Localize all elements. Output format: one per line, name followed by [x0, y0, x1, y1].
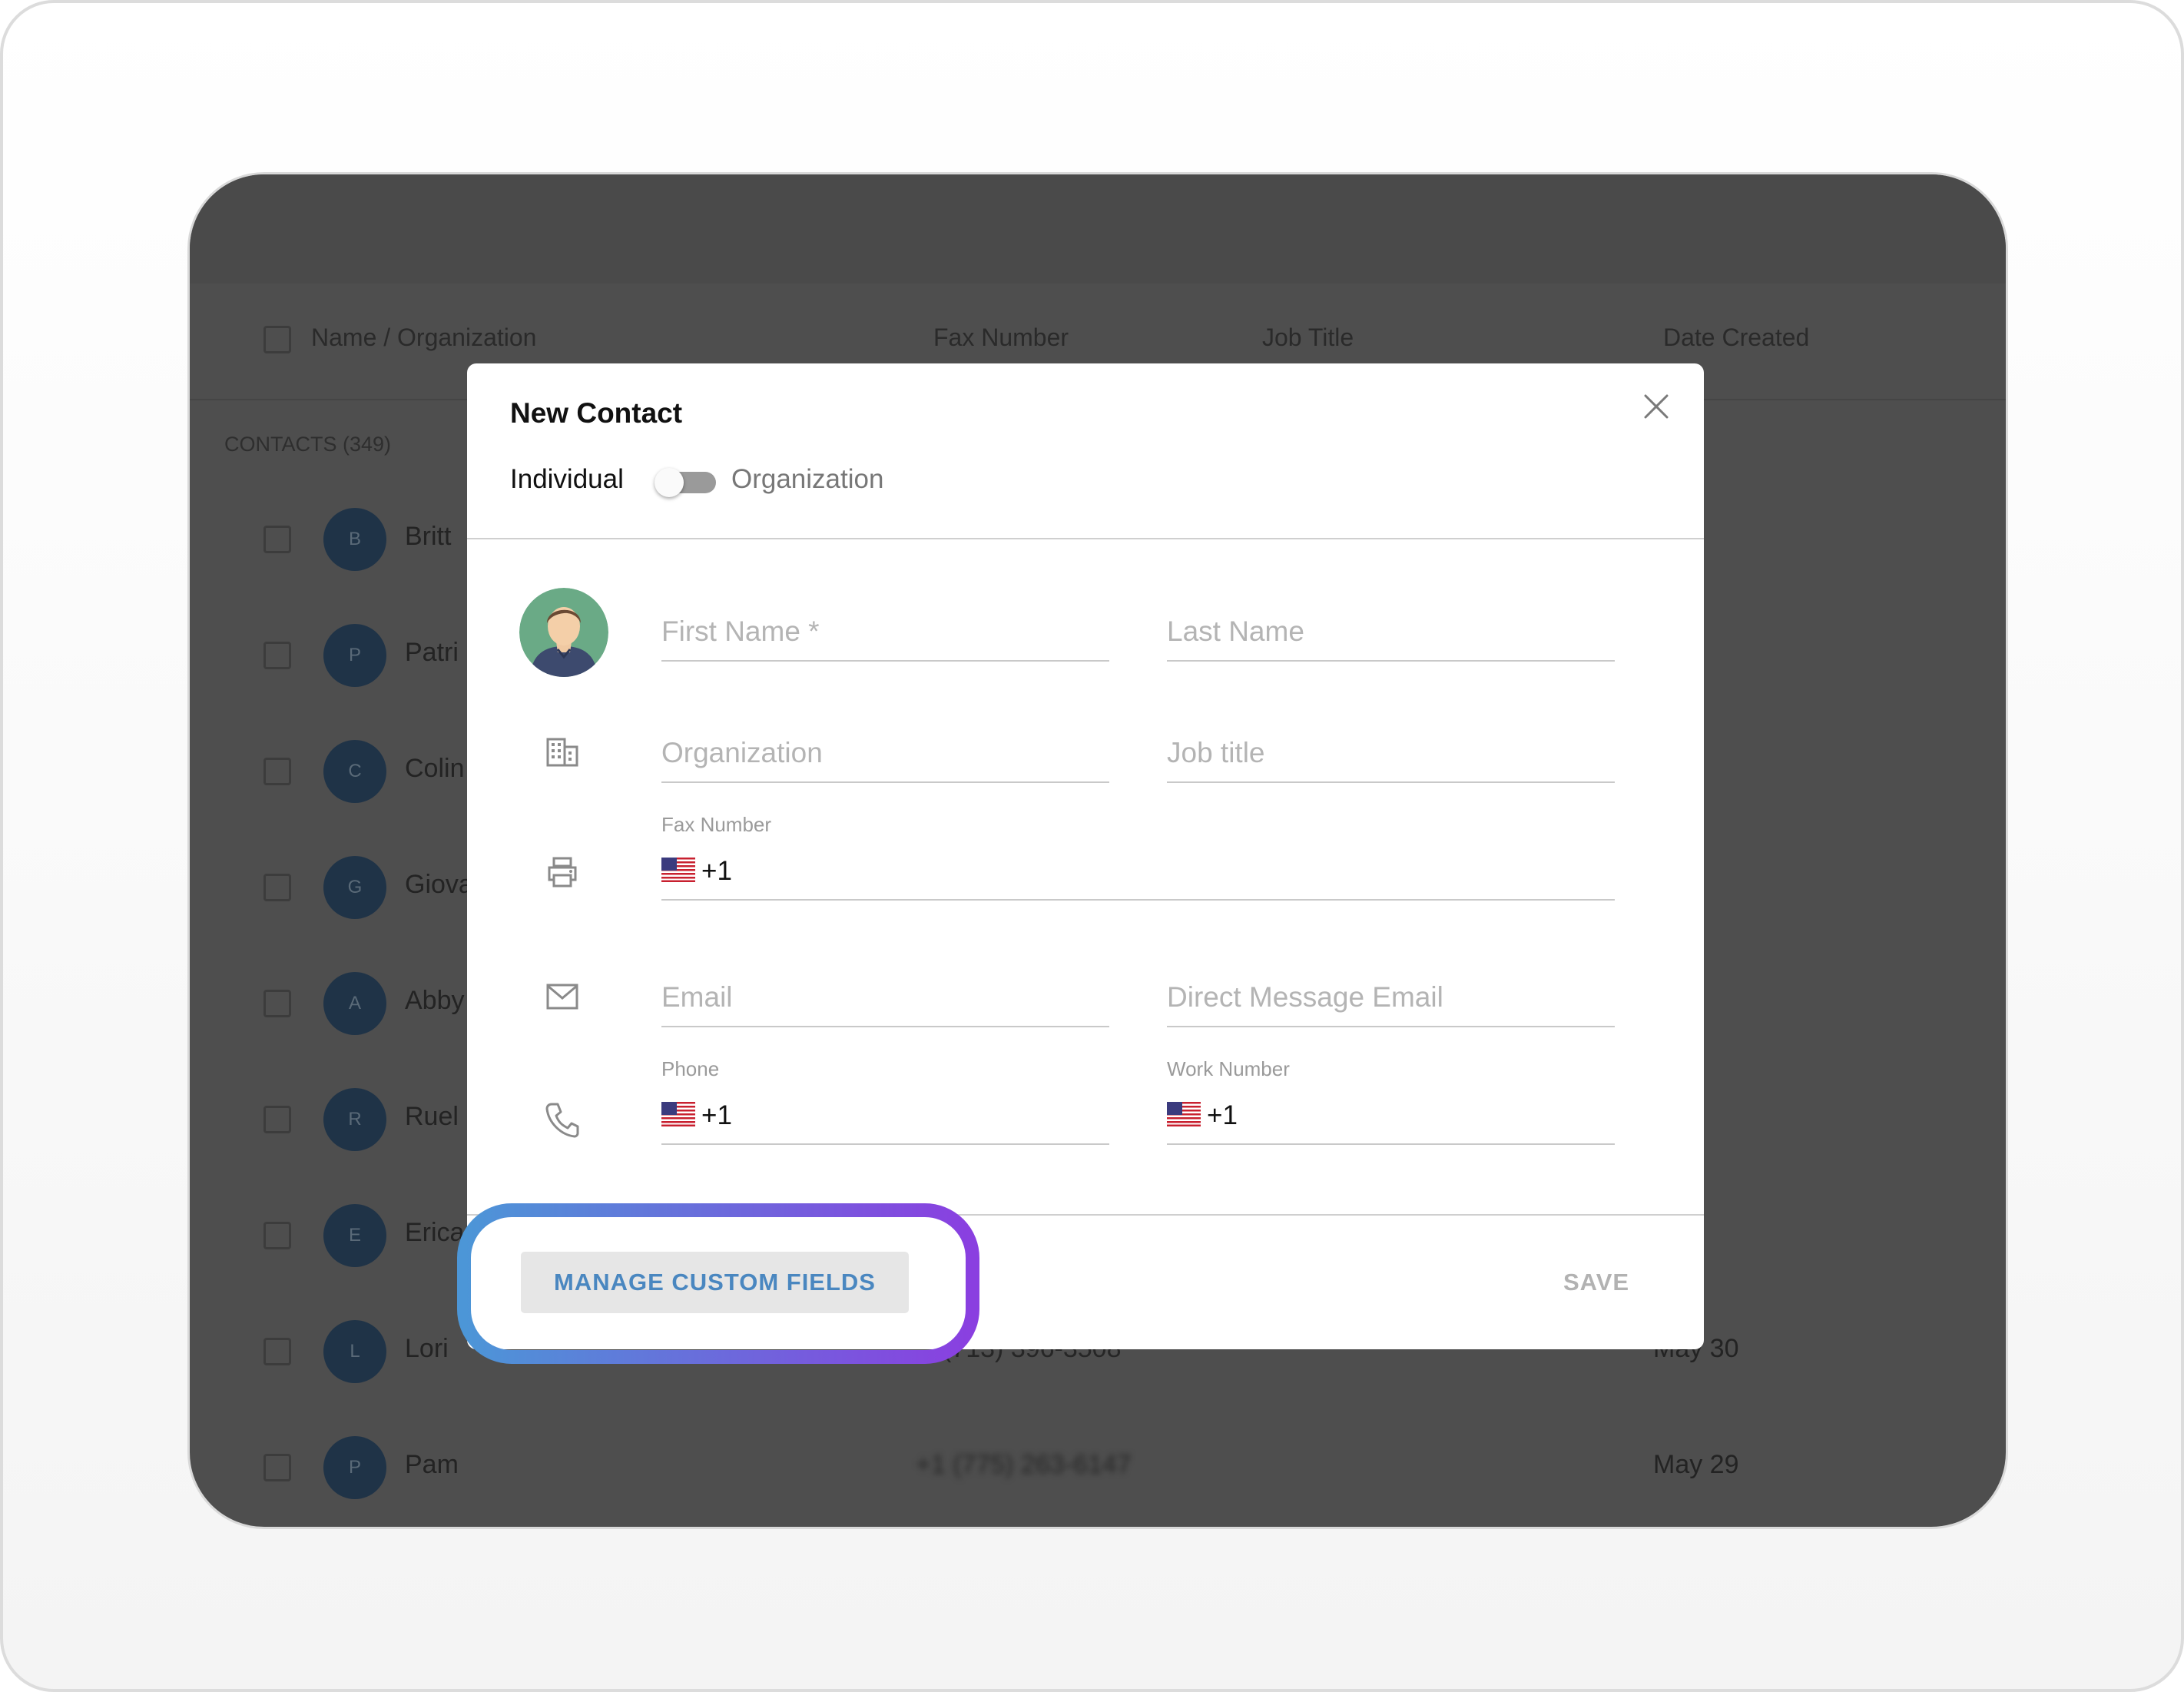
header-date-created[interactable]: Date Created	[1663, 323, 1809, 352]
building-icon	[546, 738, 578, 767]
contact-name: Giova	[405, 870, 473, 899]
date-created: May 29	[1653, 1450, 1739, 1479]
row-checkbox[interactable]	[263, 642, 291, 669]
direct-message-email-placeholder: Direct Message Email	[1167, 981, 1443, 1013]
email-placeholder: Email	[661, 981, 733, 1013]
contact-name: Lori	[405, 1334, 449, 1363]
header-fax[interactable]: Fax Number	[933, 323, 1069, 352]
job-title-input[interactable]: Job title	[1167, 717, 1615, 783]
first-name-input[interactable]: First Name *	[661, 596, 1109, 662]
phone-country-code: +1	[701, 1100, 732, 1130]
work-number-label: Work Number	[1167, 1057, 1290, 1080]
us-flag-icon[interactable]	[661, 858, 695, 882]
row-checkbox[interactable]	[263, 758, 291, 785]
email-input[interactable]: Email	[661, 961, 1109, 1027]
row-checkbox[interactable]	[263, 1338, 291, 1365]
last-name-input[interactable]: Last Name	[1167, 596, 1615, 662]
avatar: P	[323, 1436, 386, 1499]
avatar: R	[323, 1088, 386, 1151]
contact-name: Abby	[405, 986, 465, 1015]
toggle-knob	[655, 468, 684, 497]
avatar: A	[323, 972, 386, 1035]
fax-number-input[interactable]: Fax Number +1	[661, 813, 1615, 901]
us-flag-icon[interactable]	[661, 1102, 695, 1126]
avatar: E	[323, 1204, 386, 1267]
printer-icon	[548, 857, 577, 887]
organization-input[interactable]: Organization	[661, 717, 1109, 783]
row-checkbox[interactable]	[263, 1454, 291, 1481]
contact-type-toggle[interactable]	[655, 468, 716, 497]
phone-icon	[545, 1103, 579, 1138]
contact-name: Colin	[405, 754, 465, 783]
avatar: B	[323, 508, 386, 571]
avatar: C	[323, 740, 386, 803]
contact-name: Ruel	[405, 1102, 459, 1131]
phone-label: Phone	[661, 1057, 720, 1080]
contact-name: Britt	[405, 522, 452, 551]
direct-message-email-input[interactable]: Direct Message Email	[1167, 961, 1615, 1027]
fax-number-label: Fax Number	[661, 813, 772, 836]
manage-custom-fields-button[interactable]: MANAGE CUSTOM FIELDS	[521, 1252, 909, 1313]
select-all-checkbox[interactable]	[263, 326, 291, 353]
new-contact-dialog: New Contact Individual Organization Firs…	[467, 363, 1704, 1349]
row-checkbox[interactable]	[263, 1222, 291, 1249]
contacts-count-label: CONTACTS (349)	[224, 433, 392, 456]
phone-input[interactable]: Phone +1	[661, 1057, 1109, 1145]
header-name[interactable]: Name / Organization	[311, 323, 536, 352]
avatar: G	[323, 856, 386, 919]
job-title-placeholder: Job title	[1167, 737, 1265, 768]
row-checkbox[interactable]	[263, 1106, 291, 1133]
row-checkbox[interactable]	[263, 874, 291, 901]
first-name-placeholder: First Name *	[661, 615, 820, 647]
avatar: L	[323, 1320, 386, 1383]
us-flag-icon[interactable]	[1167, 1102, 1201, 1126]
work-country-code: +1	[1207, 1100, 1238, 1130]
avatar-icon[interactable]	[519, 588, 608, 677]
type-individual-label[interactable]: Individual	[510, 464, 624, 495]
contact-name: Patri	[405, 638, 459, 667]
close-icon[interactable]	[1641, 391, 1672, 422]
contact-fax: +1 (775) 263-6147	[916, 1450, 1132, 1479]
avatar: P	[323, 624, 386, 687]
mail-icon	[546, 984, 578, 1010]
footer-divider	[467, 1214, 1704, 1216]
last-name-placeholder: Last Name	[1167, 615, 1304, 647]
organization-placeholder: Organization	[661, 737, 823, 768]
dialog-title: New Contact	[510, 397, 683, 429]
header-job-title[interactable]: Job Title	[1262, 323, 1354, 352]
save-button[interactable]: SAVE	[1550, 1252, 1642, 1313]
type-organization-label[interactable]: Organization	[731, 464, 883, 495]
row-checkbox[interactable]	[263, 526, 291, 553]
fax-country-code: +1	[701, 856, 732, 886]
page-frame: Name / Organization Fax Number Job Title…	[0, 0, 2184, 1692]
row-checkbox[interactable]	[263, 990, 291, 1017]
contact-name: Erica	[405, 1218, 465, 1247]
app-header	[190, 174, 2006, 284]
header-divider	[467, 538, 1704, 539]
table-row[interactable]: P Pam +1 (775) 263-6147 May 29	[190, 1410, 2006, 1526]
contact-name: Pam	[405, 1450, 459, 1479]
work-number-input[interactable]: Work Number +1	[1167, 1057, 1615, 1145]
